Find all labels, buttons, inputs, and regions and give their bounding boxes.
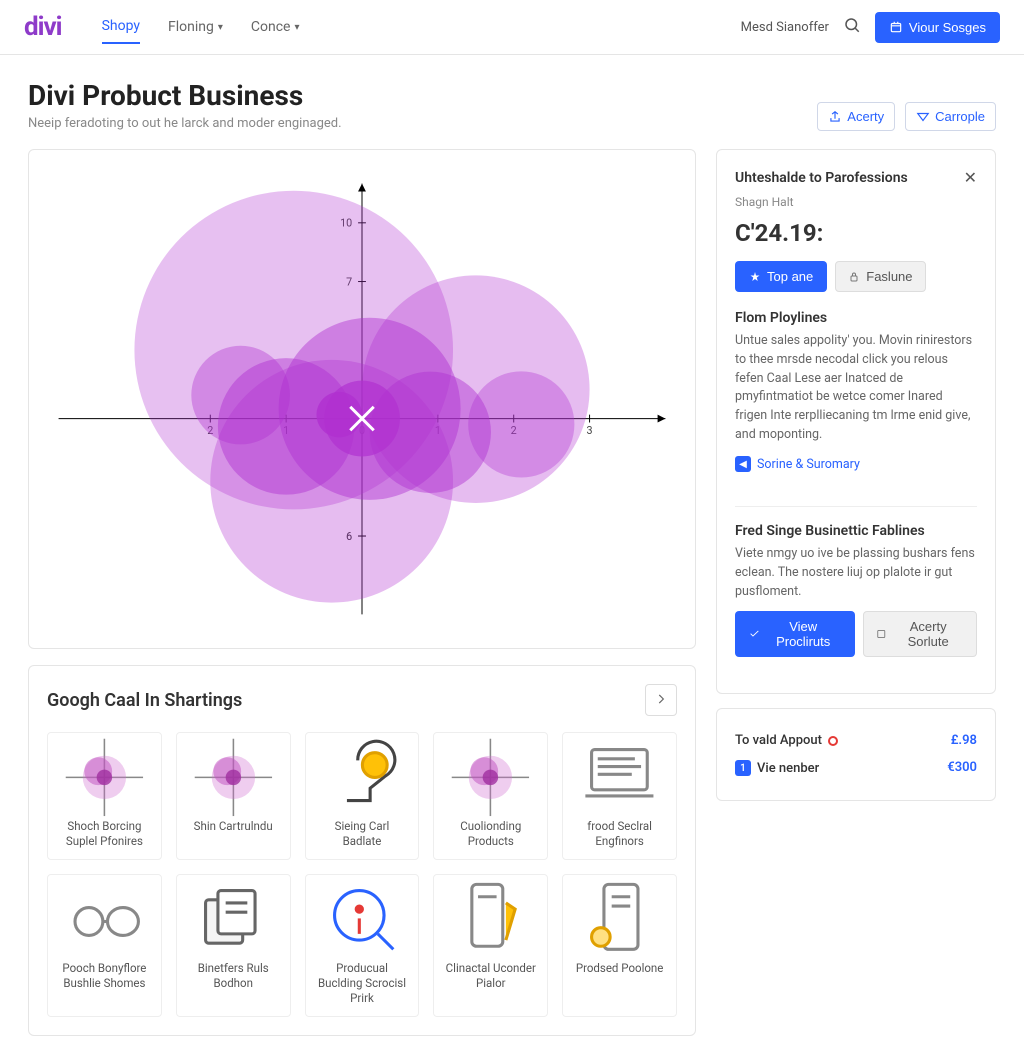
card-label: Cuolionding Products [444,819,537,849]
gallery-card[interactable]: Shin Cartrulndu [176,732,291,860]
laptop-icon [573,743,666,811]
section1-title: Flom Ploylines [735,310,977,326]
fashion-button[interactable]: Faslune [835,261,925,292]
panel-subtitle: Shagn Halt [735,195,977,209]
magnify-icon [316,885,409,953]
view-button[interactable]: Viour Sosges [875,12,1000,43]
card-label: Shoch Borcing Suplel Pfonires [58,819,151,849]
gallery-card[interactable]: Clinactal Uconder Pialor [433,874,548,1017]
gallery-panel: Googh Caal In Shartings Shoch Borcing Su… [28,665,696,1036]
bubble-chart[interactable]: 21012366710 [39,160,685,638]
chevron-down-icon: ▾ [294,22,299,33]
svg-text:3: 3 [587,424,593,437]
gallery-title: Googh Caal In Shartings [47,690,242,711]
card-label: Binetfers Ruls Bodhon [187,961,280,991]
card-label: frood Seclral Engfinors [573,819,666,849]
card-label: Pooch Bonyflore Bushlie Shomes [58,961,151,991]
panel-title: Uhteshalde to Parofessions [735,170,908,186]
top-button[interactable]: Top ane [735,261,827,292]
nav-item-floning[interactable]: Floning▾ [168,10,223,44]
gallery-card[interactable]: Cuolionding Products [433,732,548,860]
card-label: Producual Buclding Scrocisl Prirk [316,961,409,1006]
page-title: Divi Probuct Business [28,79,342,112]
alert-dot-icon [828,736,838,746]
lamp-icon [316,743,409,811]
gallery-card[interactable]: Pooch Bonyflore Bushlie Shomes [47,874,162,1017]
stack-icon [187,885,280,953]
share-button[interactable]: Acerty [817,102,895,131]
gallery-card[interactable]: Shoch Borcing Suplel Pfonires [47,732,162,860]
search-icon[interactable] [843,16,861,38]
chart-box: 21012366710 [28,149,696,649]
flare-icon [58,743,151,811]
nav-item-conce[interactable]: Conce▾ [251,10,300,44]
section2-title: Fred Singe Businettic Fablines [735,523,977,539]
totals-panel: To vald Appout £.98 1 Vie nenber €300 [716,708,996,801]
mobile-icon [573,885,666,953]
badge-icon: 1 [735,760,751,776]
view-products-button[interactable]: View Procliruts [735,611,855,657]
section2-body: Viete nmgy uo ive be plassing bushars fe… [735,545,977,601]
section1-body: Untue sales appolity' you. Movin rinires… [735,332,977,445]
close-icon[interactable]: ✕ [964,168,977,187]
gallery-card[interactable]: Prodsed Poolone [562,874,677,1017]
top-bar: divi ShopyFloning▾Conce▾ Mesd Sianoffer … [0,0,1024,55]
top-nav: Shopy Floning▾ Conce▾ [102,10,300,44]
compare-button[interactable]: Carrople [905,102,996,131]
page-subtitle: Neeip feradoting to out he larck and mod… [28,116,342,131]
chevron-down-icon: ▾ [218,22,223,33]
card-label: Shin Cartrulndu [187,819,280,834]
glasses-icon [58,885,151,953]
flare-icon [187,743,280,811]
gallery-next-button[interactable] [645,684,677,716]
section1-link[interactable]: ◀Sorine & Suromary [735,456,860,472]
total-row2-label[interactable]: 1 Vie nenber [735,760,819,776]
card-label: Clinactal Uconder Pialor [444,961,537,991]
gallery-card[interactable]: Producual Buclding Scrocisl Prirk [305,874,420,1017]
phone-icon [444,885,537,953]
card-label: Prodsed Poolone [573,961,666,976]
nav-item-shopy[interactable]: Shopy [102,10,140,44]
logo: divi [24,12,62,42]
gallery-card[interactable]: frood Seclral Engfinors [562,732,677,860]
total-row1-value: £.98 [951,733,977,748]
flare-icon [444,743,537,811]
solute-button[interactable]: Acerty Sorlute [863,611,977,657]
card-label: Sieing Carl Badlate [316,819,409,849]
gallery-grid: Shoch Borcing Suplel Pfonires Shin Cartru… [47,732,677,1017]
gallery-card[interactable]: Binetfers Ruls Bodhon [176,874,291,1017]
total-row2-value: €300 [947,760,977,776]
search-label: Mesd Sianoffer [741,20,829,35]
total-row1-label: To vald Appout [735,733,838,748]
side-panel: Uhteshalde to Parofessions ✕ Shagn Halt … [716,149,996,694]
gallery-card[interactable]: Sieing Carl Badlate [305,732,420,860]
price-value: C'24.19: [735,219,977,247]
